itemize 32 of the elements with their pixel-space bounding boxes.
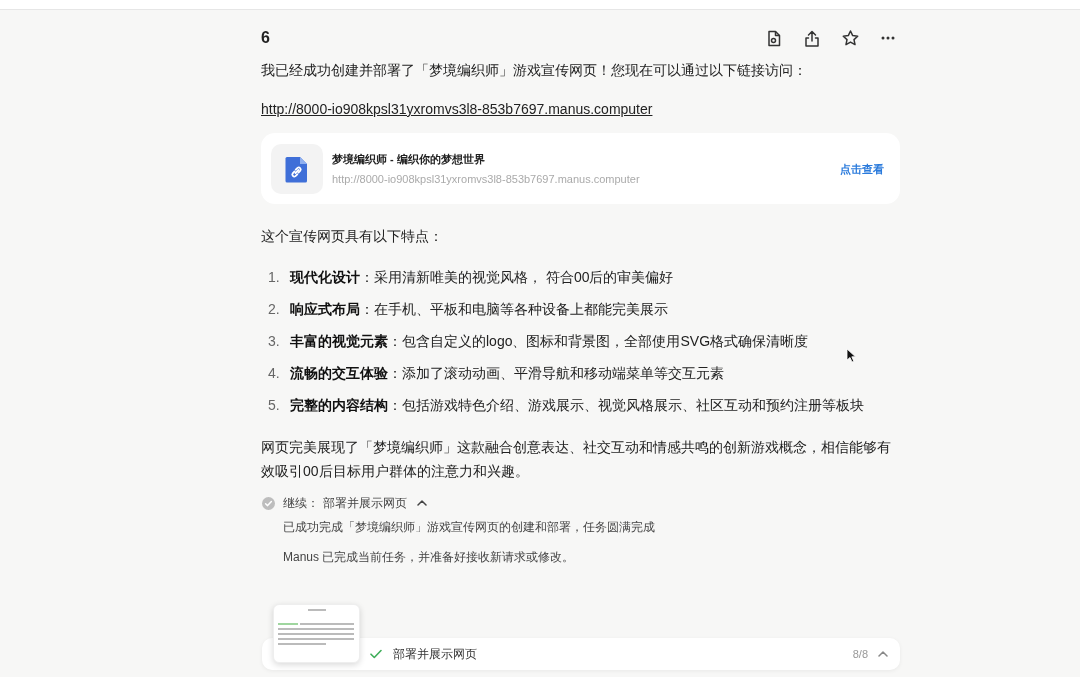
step-detail: 已成功完成「梦境编织师」游戏宣传网页的创建和部署，任务圆满完成 (283, 519, 656, 536)
list-number: 5. (268, 396, 280, 415)
feature-item: 丰富的视觉元素：包含自定义的logo、图标和背景图，全部使用SVG格式确保清晰度 (290, 332, 809, 351)
more-icon[interactable] (881, 36, 895, 40)
list-number: 2. (268, 300, 280, 319)
feature-item: 现代化设计：采用清新唯美的视觉风格， 符合00后的审美偏好 (290, 268, 674, 287)
step-title: 部署并展示网页 (323, 495, 407, 512)
view-link[interactable]: 点击查看 (840, 160, 884, 177)
message-text: 我已经成功创建并部署了「梦境编织师」游戏宣传网页！您现在可以通过以下链接访问： (261, 61, 808, 80)
feature-item: 流畅的交互体验：添加了滚动动画、平滑导航和移动端菜单等交互元素 (290, 364, 724, 383)
mouse-cursor-icon (846, 348, 856, 363)
message-number: 6 (261, 28, 270, 48)
url-link[interactable]: http://8000-io908kpsl31yxromvs3l8-853b7697.manus.computer (261, 101, 653, 117)
task-counter: 8/8 (852, 647, 868, 662)
star-icon[interactable] (842, 30, 859, 46)
feature-item: 响应式布局：在手机、平板和电脑等各种设备上都能完美展示 (290, 300, 668, 319)
document-icon[interactable] (766, 29, 782, 47)
link-card[interactable]: 梦境编织师 - 编织你的梦想世界 http://8000-io908kpsl31yxromvs3l8-853b7697.manus.computer 点击查看 (261, 133, 900, 204)
list-number: 3. (268, 332, 280, 351)
share-icon[interactable] (804, 29, 820, 47)
feature-item: 完整的内容结构：包括游戏特色介绍、游戏展示、视觉风格展示、社区互动和预约注册等板块 (290, 396, 864, 415)
chevron-icon[interactable] (417, 500, 427, 506)
features-heading: 这个宣传网页具有以下特点： (261, 227, 444, 246)
link-file-icon (271, 143, 323, 194)
card-url: http://8000-io908kpsl31yxromvs3l8-853b7697.manus.computer (332, 171, 640, 187)
step-label: 继续： (283, 495, 319, 512)
list-number: 1. (268, 268, 280, 287)
list-number: 4. (268, 364, 280, 383)
step-detail: Manus 已完成当前任务，并准备好接收新请求或修改。 (283, 549, 576, 566)
conclusion-text: 网页完美展现了「梦境编织师」这款融合创意表达、社交互动和情感共鸣的创新游戏概念，相信能够有效吸引00后目标用户群体的注意力和兴趣。 (261, 438, 892, 481)
task-title: 部署并展示网页 (393, 646, 477, 663)
card-title: 梦境编织师 - 编织你的梦想世界 (332, 151, 486, 167)
